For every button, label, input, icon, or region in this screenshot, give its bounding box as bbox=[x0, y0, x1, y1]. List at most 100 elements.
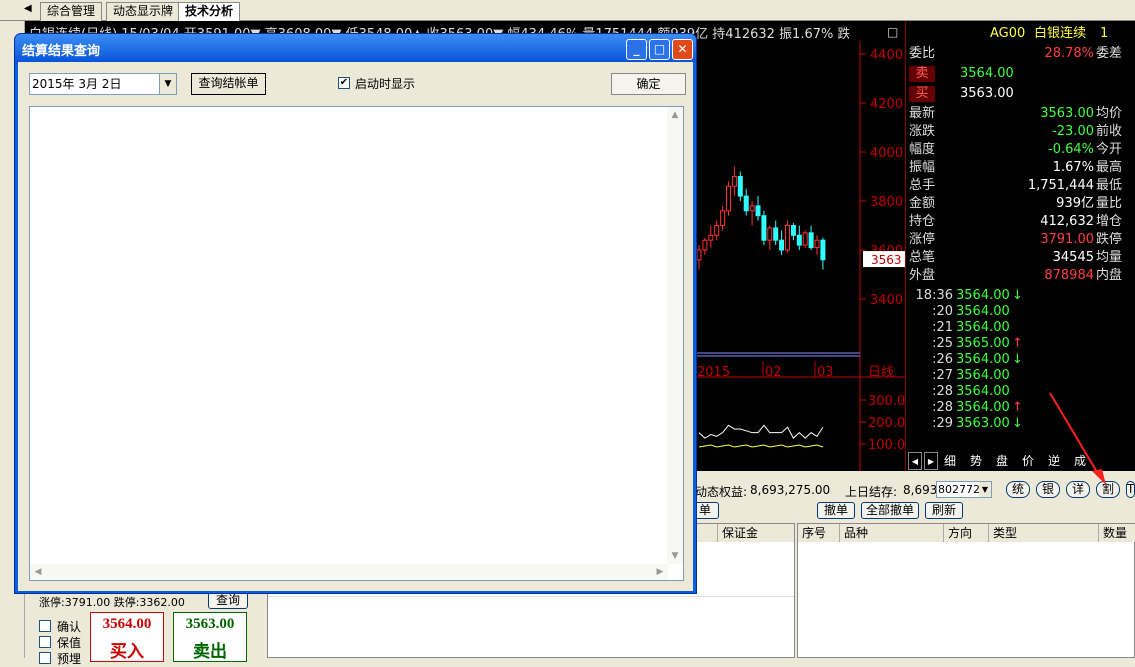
quote-num: 1 bbox=[1100, 26, 1109, 41]
date-picker[interactable]: 2015年 3月 2日 ▼ bbox=[29, 73, 177, 95]
sub-tick-label: 200.0 bbox=[868, 416, 905, 431]
quote-row: 持仓 412,632 增仓 bbox=[906, 213, 1135, 231]
candle-body bbox=[785, 225, 790, 251]
candle-body bbox=[749, 205, 755, 212]
query-button[interactable]: 查询 bbox=[208, 592, 248, 609]
stat-button[interactable]: 统 bbox=[1006, 481, 1030, 498]
tick-arrow-icon: ↓ bbox=[1012, 416, 1023, 431]
quote-row-label-right: 今开 bbox=[1096, 142, 1123, 157]
quote-row-label: 涨跌 bbox=[909, 124, 936, 139]
candle-body bbox=[755, 205, 761, 217]
tick-time: 18:36 bbox=[915, 288, 953, 303]
quote-row-label-right: 增仓 bbox=[1096, 214, 1123, 229]
buy-label: 买 bbox=[909, 86, 935, 102]
quote-code: AG00 bbox=[990, 26, 1026, 41]
quote-row-label: 涨停 bbox=[909, 232, 936, 247]
tab-scroll-left-icon[interactable]: ◀ bbox=[24, 3, 32, 14]
candle-body bbox=[814, 239, 820, 249]
quote-tab-price[interactable]: 价 bbox=[1022, 452, 1034, 470]
col-type: 类型 bbox=[989, 524, 1099, 542]
quote-row-label-right: 均量 bbox=[1096, 250, 1123, 265]
x-tick-label: 2015 bbox=[697, 365, 730, 380]
date-value: 2015年 3月 2日 bbox=[32, 77, 122, 91]
quote-row-value: 878984 bbox=[1044, 268, 1094, 283]
hedge-checkbox[interactable] bbox=[39, 636, 51, 648]
scroll-up-icon[interactable]: ▲ bbox=[667, 107, 683, 123]
tick-row: :25 3565.00 ↑ bbox=[906, 336, 1135, 352]
quote-tab-book[interactable]: 盘 bbox=[996, 452, 1008, 470]
tick-price: 3564.00 bbox=[956, 304, 1010, 319]
ok-button[interactable]: 确定 bbox=[611, 73, 686, 95]
tick-price: 3564.00 bbox=[956, 288, 1010, 303]
tick-price: 3565.00 bbox=[956, 336, 1010, 351]
quote-tab-trend[interactable]: 势 bbox=[970, 452, 982, 470]
minimize-icon[interactable]: _ bbox=[626, 39, 647, 60]
sell-button[interactable]: 3563.00 卖出 bbox=[173, 612, 247, 662]
quote-row-label: 振幅 bbox=[909, 160, 936, 175]
candle-body bbox=[731, 176, 737, 187]
horizontal-scrollbar[interactable]: ◀ ▶ bbox=[30, 564, 668, 580]
scroll-right-icon[interactable]: ▶ bbox=[652, 564, 668, 580]
quote-row-value: 412,632 bbox=[1040, 214, 1094, 229]
y-tick-label: 3800 bbox=[870, 195, 903, 210]
tab-general[interactable]: 综合管理 bbox=[40, 2, 103, 21]
tick-price: 3564.00 bbox=[956, 368, 1010, 383]
quote-row-value: 3563.00 bbox=[1040, 106, 1094, 121]
quote-scroll-right-icon[interactable]: ▶ bbox=[924, 452, 938, 470]
candle-body bbox=[779, 239, 785, 251]
quote-row-value: 1,751,444 bbox=[1027, 178, 1094, 193]
tick-arrow-icon: ↓ bbox=[1012, 352, 1023, 367]
cancel-all-button[interactable]: 全部撤单 bbox=[861, 502, 919, 519]
sell-price: 3563.00 bbox=[185, 616, 235, 632]
dialog-titlebar[interactable]: 结算结果查询 _ □ ✕ bbox=[15, 34, 696, 62]
sub-tick-label: 300.0 bbox=[868, 394, 905, 409]
quote-scroll-left-icon[interactable]: ◀ bbox=[908, 452, 922, 470]
tick-price: 3564.00 bbox=[956, 320, 1010, 335]
tab-technical[interactable]: 技术分析 bbox=[178, 2, 241, 21]
quote-row: 最新 3563.00 均价 bbox=[906, 105, 1135, 123]
buy-text: 买入 bbox=[110, 642, 144, 661]
col-seq: 序号 bbox=[798, 524, 840, 542]
quote-row-label-right: 最低 bbox=[1096, 178, 1123, 193]
buy-button[interactable]: 3564.00 买入 bbox=[90, 612, 164, 662]
quote-name: 白银连续 bbox=[1034, 26, 1087, 41]
preset-label: 预埋 bbox=[57, 652, 82, 666]
quote-row-value: 34545 bbox=[1052, 250, 1094, 265]
more-button[interactable]: T bbox=[1126, 481, 1135, 498]
close-icon[interactable]: ✕ bbox=[672, 39, 693, 60]
candle-body bbox=[773, 227, 779, 241]
maximize-icon[interactable]: □ bbox=[649, 39, 670, 60]
account-select[interactable]: 802772 ▼ bbox=[936, 481, 992, 498]
order-grid[interactable]: 序号 品种 方向 类型 数量 bbox=[797, 523, 1135, 658]
confirm-checkbox[interactable] bbox=[39, 620, 51, 632]
candle-body bbox=[708, 234, 714, 241]
show-on-startup-checkbox[interactable]: ✔ bbox=[338, 77, 350, 89]
quote-row: 总笔 34545 均量 bbox=[906, 249, 1135, 267]
y-tick-label: 4200 bbox=[870, 97, 903, 112]
statement-textarea[interactable]: ▲ ▼ ◀ ▶ bbox=[29, 106, 684, 581]
quote-row-value: 1.67% bbox=[1052, 160, 1094, 175]
quote-row: 幅度 -0.64% 今开 bbox=[906, 141, 1135, 159]
dialog-body: 2015年 3月 2日 ▼ 查询结帐单 ✔ 启动时显示 确定 ▲ ▼ ◀ ▶ bbox=[18, 62, 693, 591]
chevron-down-icon[interactable]: ▼ bbox=[159, 74, 176, 94]
tick-time: :27 bbox=[932, 368, 953, 383]
quote-row: 总手 1,751,444 最低 bbox=[906, 177, 1135, 195]
refresh-button[interactable]: 刷新 bbox=[925, 502, 963, 519]
period-label: 日线 bbox=[868, 365, 894, 380]
candle-body bbox=[714, 225, 720, 236]
scroll-down-icon[interactable]: ▼ bbox=[667, 548, 683, 564]
scroll-left-icon[interactable]: ◀ bbox=[30, 564, 46, 580]
preset-checkbox[interactable] bbox=[39, 652, 51, 664]
tab-dynamic-board[interactable]: 动态显示牌 bbox=[106, 2, 181, 21]
vertical-scrollbar[interactable]: ▲ ▼ bbox=[667, 107, 683, 564]
quote-tab-detail[interactable]: 细 bbox=[944, 452, 956, 470]
tick-price: 3563.00 bbox=[956, 416, 1010, 431]
quote-row-value: -0.64% bbox=[1048, 142, 1094, 157]
tick-time: :20 bbox=[932, 304, 953, 319]
indicator-line-2 bbox=[698, 444, 824, 448]
quote-row-label: 最新 bbox=[909, 106, 936, 121]
cancel-order-button[interactable]: 撤单 bbox=[817, 502, 855, 519]
chevron-down-icon: ▼ bbox=[979, 482, 991, 497]
query-statement-button[interactable]: 查询结帐单 bbox=[191, 73, 266, 95]
candle-body bbox=[802, 232, 808, 246]
